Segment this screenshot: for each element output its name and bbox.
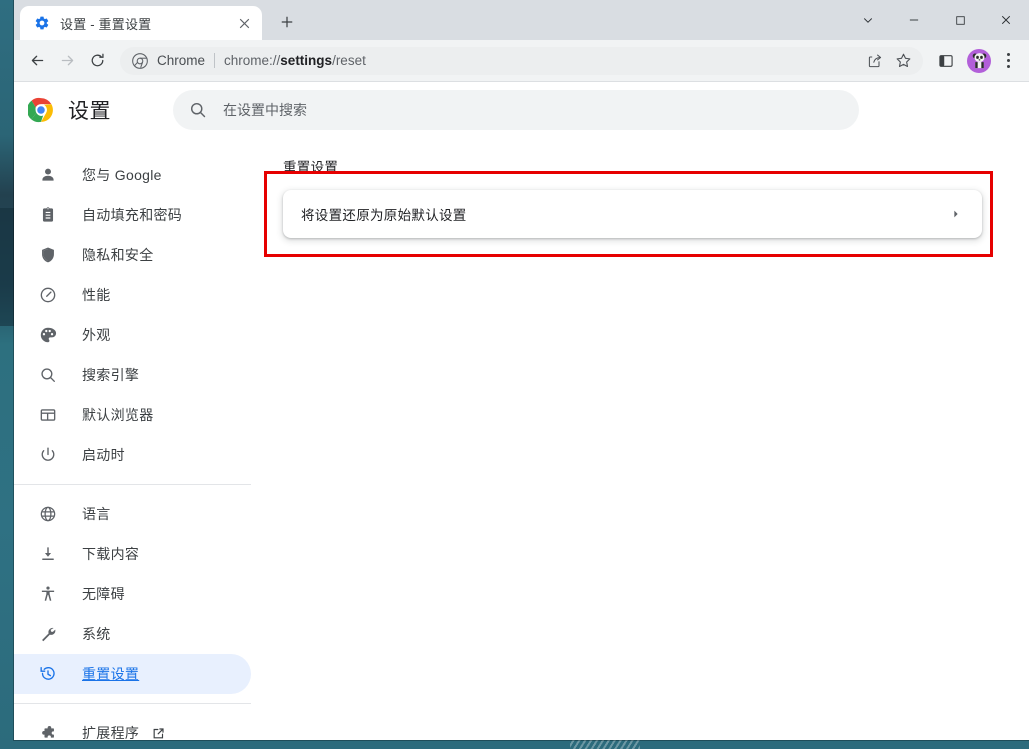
url-host: settings (280, 53, 333, 68)
forward-button[interactable] (52, 46, 82, 76)
sidebar-item-label: 默认浏览器 (82, 407, 154, 423)
sidebar-item-label: 搜索引擎 (82, 367, 140, 383)
omnibox-chip-label: Chrome (157, 53, 206, 68)
chrome-logo-icon (26, 97, 54, 123)
settings-header: 设置 (14, 82, 1029, 138)
history-restore-icon (38, 664, 58, 684)
sidebar-item-label: 重置设置 (82, 666, 140, 682)
url-path: /reset (332, 53, 366, 68)
omnibox-divider (214, 53, 216, 68)
window-controls (845, 0, 1029, 40)
settings-search-box[interactable] (173, 90, 859, 130)
close-button[interactable] (983, 0, 1029, 40)
profile-avatar[interactable] (967, 48, 991, 73)
globe-icon (38, 504, 58, 524)
sidebar-item-you-and-google[interactable]: 您与 Google (14, 155, 251, 195)
side-panel-icon[interactable] (931, 46, 961, 76)
sidebar-group-3: 扩展程序 (14, 704, 251, 739)
tab-strip: 设置 - 重置设置 (14, 0, 1029, 40)
sidebar-group-1: 您与 Google 自动填充和密码 隐私和安全 性能 外观 搜索引擎 默认浏览器… (14, 146, 251, 484)
wrench-icon (38, 624, 58, 644)
search-icon (38, 365, 58, 385)
sidebar-item-label: 外观 (82, 327, 111, 343)
menu-dot (1006, 53, 1010, 56)
sidebar-item-label: 自动填充和密码 (82, 207, 183, 223)
settings-main-content: 重置设置 将设置还原为原始默认设置 (251, 138, 1029, 739)
sidebar-group-2: 语言 下载内容 无障碍 系统 重置设置 (14, 485, 251, 703)
reload-button[interactable] (82, 46, 112, 76)
star-icon[interactable] (889, 47, 917, 75)
browser-toolbar: Chrome chrome://settings/reset (14, 40, 1029, 82)
power-icon (38, 445, 58, 465)
settings-body: 您与 Google 自动填充和密码 隐私和安全 性能 外观 搜索引擎 默认浏览器… (14, 138, 1029, 739)
browser-icon (38, 405, 58, 425)
new-tab-button[interactable] (272, 7, 302, 37)
gear-icon (34, 15, 50, 31)
restore-defaults-label: 将设置还原为原始默认设置 (301, 208, 467, 223)
speedometer-icon (38, 285, 58, 305)
maximize-button[interactable] (937, 0, 983, 40)
desktop-background: 设置 - 重置设置 Chrome chrome://settings/reset… (0, 0, 1029, 749)
sidebar-item-label: 启动时 (82, 447, 125, 463)
close-icon[interactable] (234, 13, 254, 33)
sidebar-item-default-browser[interactable]: 默认浏览器 (14, 395, 251, 435)
sidebar-item-label: 系统 (82, 626, 111, 642)
sidebar-item-downloads[interactable]: 下载内容 (14, 534, 251, 574)
sidebar-item-label: 隐私和安全 (82, 247, 154, 263)
omnibox-url: chrome://settings/reset (224, 53, 861, 68)
palette-icon (38, 325, 58, 345)
sidebar-item-label: 无障碍 (82, 586, 125, 602)
address-bar[interactable]: Chrome chrome://settings/reset (120, 46, 923, 75)
share-icon[interactable] (861, 47, 889, 75)
settings-sidebar: 您与 Google 自动填充和密码 隐私和安全 性能 外观 搜索引擎 默认浏览器… (14, 138, 251, 739)
omnibox-actions (861, 47, 917, 75)
three-dot-menu-icon[interactable] (995, 46, 1021, 76)
sidebar-item-accessibility[interactable]: 无障碍 (14, 574, 251, 614)
chevron-down-icon[interactable] (845, 0, 891, 40)
sidebar-item-appearance[interactable]: 外观 (14, 315, 251, 355)
search-input[interactable] (223, 102, 843, 118)
sidebar-item-label: 语言 (82, 506, 111, 522)
person-icon (38, 165, 58, 185)
search-icon (189, 101, 207, 119)
minimize-button[interactable] (891, 0, 937, 40)
sidebar-item-privacy-security[interactable]: 隐私和安全 (14, 235, 251, 275)
sidebar-item-search-engine[interactable]: 搜索引擎 (14, 355, 251, 395)
back-button[interactable] (22, 46, 52, 76)
sidebar-item-autofill-passwords[interactable]: 自动填充和密码 (14, 195, 251, 235)
sidebar-item-reset-settings[interactable]: 重置设置 (14, 654, 251, 694)
browser-tab-settings[interactable]: 设置 - 重置设置 (20, 6, 262, 40)
chrome-icon (132, 52, 148, 69)
external-link-icon (151, 725, 167, 739)
shield-icon (38, 245, 58, 265)
url-prefix: chrome:// (224, 53, 281, 68)
puzzle-icon (38, 723, 58, 739)
sidebar-item-label: 性能 (82, 287, 111, 303)
sidebar-item-on-startup[interactable]: 启动时 (14, 435, 251, 475)
menu-dot (1006, 59, 1010, 62)
sidebar-item-performance[interactable]: 性能 (14, 275, 251, 315)
sidebar-item-languages[interactable]: 语言 (14, 494, 251, 534)
sidebar-item-label: 下载内容 (82, 546, 140, 562)
browser-window: 设置 - 重置设置 Chrome chrome://settings/reset… (14, 0, 1029, 740)
accessibility-icon (38, 584, 58, 604)
sidebar-item-label: 您与 Google (82, 167, 162, 183)
chevron-right-icon (948, 206, 964, 222)
sidebar-item-system[interactable]: 系统 (14, 614, 251, 654)
settings-page: 设置 在设置中搜索 您与 Google 自动填充和密码 隐私和安全 性能 外观 … (14, 82, 1029, 739)
download-icon (38, 544, 58, 564)
tab-title: 设置 - 重置设置 (60, 16, 152, 32)
page-title: 设置 (68, 100, 111, 123)
clipboard-icon (38, 205, 58, 225)
sidebar-item-extensions[interactable]: 扩展程序 (14, 713, 251, 739)
menu-dot (1006, 65, 1010, 68)
sidebar-item-label: 扩展程序 (82, 725, 140, 739)
restore-defaults-row[interactable]: 将设置还原为原始默认设置 (283, 190, 982, 238)
